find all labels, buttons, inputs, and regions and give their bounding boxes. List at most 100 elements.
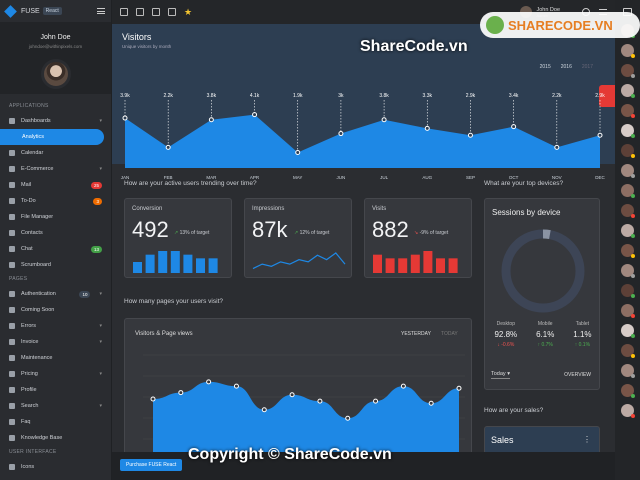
calendar-shortcut-icon[interactable] (120, 8, 128, 16)
lock-icon (9, 291, 15, 297)
sidebar-item-label: Search (21, 403, 39, 409)
visitors-data-label: 1.9k (293, 93, 303, 99)
contact-avatar[interactable] (621, 104, 635, 118)
mail-shortcut-icon[interactable] (136, 8, 144, 16)
device-change: ↑ 0.7% (537, 342, 553, 348)
page-views-point (428, 400, 434, 406)
contact-avatar[interactable] (621, 224, 635, 238)
contact-avatar[interactable] (621, 204, 635, 218)
page-views-point (317, 398, 323, 404)
visitors-month-label: AUG (422, 175, 432, 180)
visits-pct: ↘ -9% of target (414, 230, 448, 236)
sidebar-item-chat[interactable]: Chat 13 (0, 241, 111, 257)
year-2016[interactable]: 2016 (561, 64, 572, 70)
contact-avatar[interactable] (621, 344, 635, 358)
tab-yesterday[interactable]: YESTERDAY (401, 331, 431, 337)
contact-avatar[interactable] (621, 384, 635, 398)
mini-bar (208, 258, 218, 273)
sidebar-item-knowledge-base[interactable]: Knowledge Base (0, 430, 111, 446)
contacts-shortcut-icon[interactable] (152, 8, 160, 16)
more-icon[interactable]: ⋮ (583, 435, 591, 444)
status-dot (631, 394, 635, 398)
overview-button[interactable]: OVERVIEW (564, 372, 591, 378)
sidebar-item-mail[interactable]: Mail 25 (0, 177, 111, 193)
sidebar-item-invoice[interactable]: Invoice ▾ (0, 334, 111, 350)
status-dot (631, 74, 635, 78)
conversion-pct: ↗ 13% of target (174, 230, 209, 236)
sidebar-item-pricing[interactable]: Pricing ▾ (0, 366, 111, 382)
section-pages: PAGES (9, 276, 28, 282)
contact-avatar[interactable] (621, 264, 635, 278)
mini-bar (373, 254, 382, 273)
tab-today[interactable]: TODAY (441, 331, 458, 337)
mail-badge: 25 (90, 181, 102, 189)
conversion-value: 492 (132, 217, 169, 242)
visitors-area (125, 114, 600, 168)
sidebar-item-label: Scrumboard (21, 262, 51, 268)
contact-avatar[interactable] (621, 244, 635, 258)
visitors-chart: 3.9kJAN2.2kFEB3.8kMAR4.1kAPR1.9kMAY3kJUN… (120, 93, 605, 180)
impressions-card: Impressions 87k ↗ 12% of target (244, 198, 352, 278)
menu-toggle-icon[interactable] (97, 8, 105, 14)
sidebar-item-maintenance[interactable]: Maintenance (0, 350, 111, 366)
device-change: ↑ 0.1% (574, 342, 591, 348)
sidebar-item-ecommerce[interactable]: E-Commerce ▾ (0, 161, 111, 177)
sidebar-item-todo[interactable]: To-Do 3 (0, 193, 111, 209)
sidebar-item-label: Contacts (21, 230, 43, 236)
contact-avatar[interactable] (621, 404, 635, 418)
react-badge: React (42, 7, 62, 15)
sidebar-item-icons[interactable]: Icons (0, 459, 111, 475)
sidebar-item-label: Chat (21, 246, 33, 252)
sidebar-item-coming-soon[interactable]: Coming Soon (0, 302, 111, 318)
sidebar-header: FUSE React (0, 0, 111, 22)
contact-avatar[interactable] (621, 84, 635, 98)
contact-avatar[interactable] (621, 364, 635, 378)
sidebar-item-authentication[interactable]: Authentication 10 ▾ (0, 286, 111, 302)
todo-shortcut-icon[interactable] (168, 8, 176, 16)
sidebar-item-faq[interactable]: Faq (0, 414, 111, 430)
sidebar-item-calendar[interactable]: Calendar (0, 145, 111, 161)
year-2015[interactable]: 2015 (540, 64, 551, 70)
sidebar-item-profile[interactable]: Profile (0, 382, 111, 398)
sidebar-item-scrumboard[interactable]: Scrumboard (0, 257, 111, 273)
impressions-value: 87k (252, 217, 288, 242)
sidebar-item-dashboards[interactable]: Dashboards ▾ (0, 113, 111, 129)
sidebar: FUSE React John Doe johndoe@withinpixels… (0, 0, 112, 480)
sidebar-item-analytics[interactable]: Analytics (0, 129, 104, 145)
page-views-card: Visitors & Page views YESTERDAY TODAY (124, 318, 472, 458)
year-2017[interactable]: 2017 (582, 64, 593, 70)
cart-icon (9, 166, 15, 172)
status-dot (631, 134, 635, 138)
page-views-point (345, 415, 351, 421)
sidebar-item-errors[interactable]: Errors ▾ (0, 318, 111, 334)
sidebar-item-file-manager[interactable]: File Manager (0, 209, 111, 225)
contact-avatar[interactable] (621, 44, 635, 58)
period-select[interactable]: Today ▾ (491, 371, 510, 379)
board-icon (9, 262, 15, 268)
contact-avatar[interactable] (621, 124, 635, 138)
contact-avatar[interactable] (621, 144, 635, 158)
visitors-month-label: SEP (466, 175, 475, 180)
sidebar-item-search[interactable]: Search ▾ (0, 398, 111, 414)
mail-icon (9, 182, 15, 188)
visits-value: 882 (372, 217, 409, 242)
page-views-point (373, 398, 379, 404)
sidebar-item-contacts[interactable]: Contacts (0, 225, 111, 241)
wrench-icon (9, 355, 15, 361)
contact-avatar[interactable] (621, 184, 635, 198)
chat-badge: 13 (90, 245, 102, 253)
status-dot (631, 334, 635, 338)
contact-avatar[interactable] (621, 164, 635, 178)
contact-avatar[interactable] (621, 64, 635, 78)
main-content: ★ John DoeAdmin Visitors Unique visitors… (112, 0, 615, 480)
purchase-button[interactable]: Purchase FUSE React (120, 459, 183, 471)
contact-avatar[interactable] (621, 304, 635, 318)
avatar[interactable] (40, 59, 71, 89)
visitors-data-label: 2.2k (552, 93, 562, 99)
auth-badge: 10 (79, 290, 91, 298)
folder-icon (9, 214, 15, 220)
contact-avatar[interactable] (621, 284, 635, 298)
star-icon[interactable]: ★ (184, 7, 192, 18)
contact-avatar[interactable] (621, 324, 635, 338)
device-tablet: Tablet 1.1% ↑ 0.1% (573, 321, 591, 348)
